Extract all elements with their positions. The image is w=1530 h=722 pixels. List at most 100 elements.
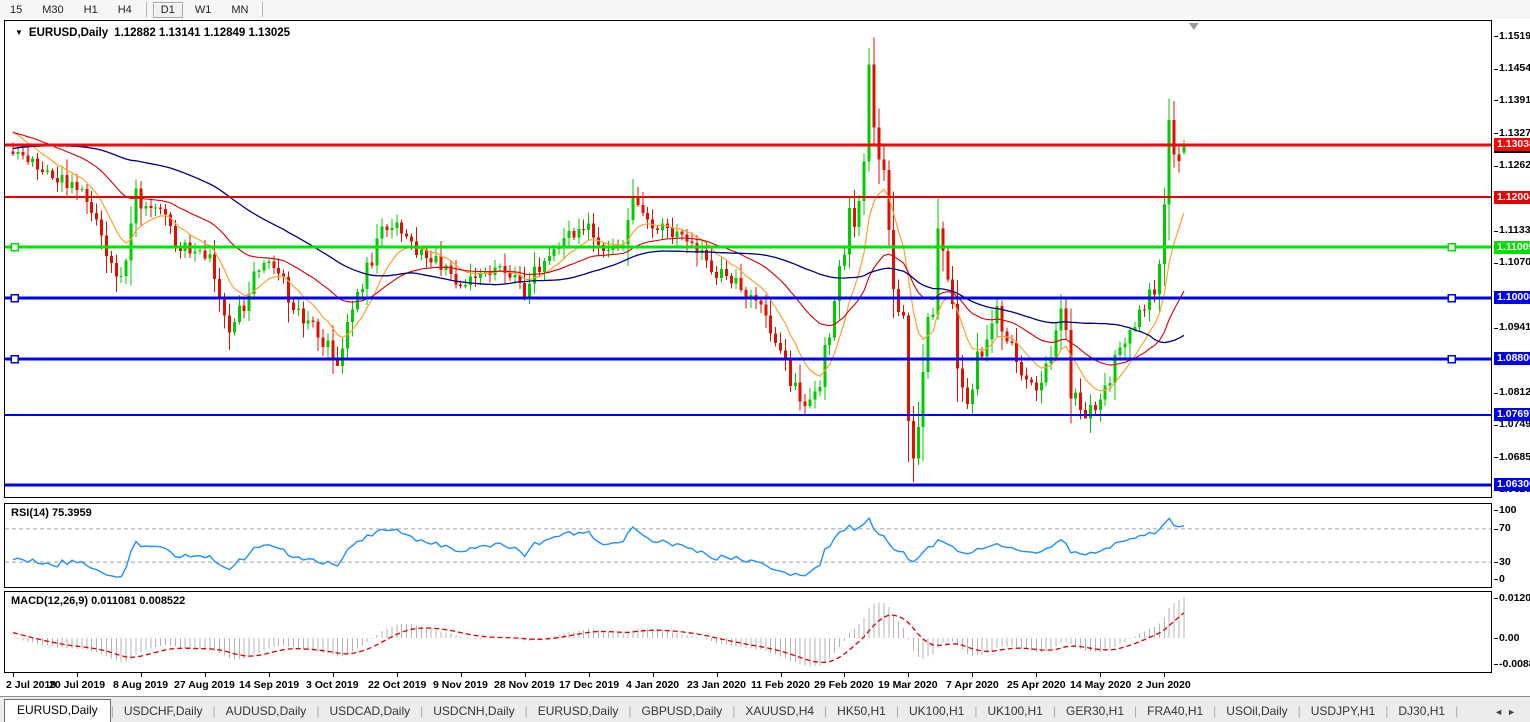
- candle-body: [1119, 347, 1122, 355]
- chart-tab-usoil-daily[interactable]: USOil,Daily: [1216, 701, 1297, 722]
- chart-tab-fra40-h1[interactable]: FRA40,H1: [1137, 701, 1213, 722]
- timeframe-button-d1[interactable]: D1: [153, 2, 183, 18]
- candle-body: [853, 208, 856, 227]
- chart-tab-uk100-h1[interactable]: UK100,H1: [977, 701, 1052, 722]
- timeframe-button-mn[interactable]: MN: [223, 2, 256, 18]
- chart-tab-eurusd-daily[interactable]: EURUSD,Daily: [4, 699, 111, 722]
- date-tick-label: 2 Jun 2020: [1137, 679, 1191, 691]
- date-axis[interactable]: 2 Jul 201920 Jul 20198 Aug 201927 Aug 20…: [4, 673, 1492, 695]
- chart-shift-marker-icon[interactable]: [1189, 23, 1199, 30]
- chart-tab-usdjpy-h1[interactable]: USDJPY,H1: [1301, 701, 1385, 722]
- candle-body: [243, 305, 246, 311]
- candle-body: [213, 254, 216, 279]
- price-tick-label: 1.08125: [1499, 386, 1530, 398]
- candle-body: [420, 249, 423, 255]
- candle-body: [144, 206, 147, 209]
- macd-tick-label: -0.008881: [1499, 658, 1530, 670]
- candle-body: [690, 241, 693, 243]
- date-tick-label: 23 Jan 2020: [687, 679, 746, 691]
- price-tick-label: 1.13915: [1499, 94, 1530, 106]
- tab-scroll-right-icon[interactable]: ►: [1507, 707, 1520, 717]
- date-tick-label: 4 Jan 2020: [626, 679, 679, 691]
- candle-body: [523, 283, 526, 298]
- candle-body: [56, 178, 59, 183]
- candle-body: [12, 152, 15, 154]
- candle-body: [194, 251, 197, 253]
- chart-tab-ger30-h1[interactable]: GER30,H1: [1056, 701, 1134, 722]
- line-drag-handle[interactable]: [1448, 356, 1455, 363]
- candle-body: [725, 269, 728, 276]
- candle-body: [110, 256, 113, 263]
- candle-body: [258, 271, 261, 272]
- date-tick-label: 20 Jul 2019: [49, 679, 105, 691]
- rsi-panel[interactable]: RSI(14) 75.3959: [4, 503, 1492, 588]
- candle-body: [1158, 264, 1161, 295]
- candle-body: [932, 315, 935, 318]
- line-drag-handle[interactable]: [11, 295, 18, 302]
- timeframe-button-15[interactable]: 15: [2, 2, 30, 18]
- candle-body: [307, 321, 310, 324]
- candle-body: [759, 300, 762, 304]
- main-chart-panel[interactable]: ▼ EURUSD,Daily 1.12882 1.13141 1.12849 1…: [4, 20, 1492, 498]
- candle-body: [528, 283, 531, 298]
- timeframe-button-h4[interactable]: H4: [110, 2, 140, 18]
- candle-body: [154, 207, 157, 208]
- candlestick-chart[interactable]: [5, 21, 1491, 497]
- chart-tab-hk50-h1[interactable]: HK50,H1: [827, 701, 896, 722]
- chart-tab-dj30-h1[interactable]: DJ30,H1: [1388, 701, 1455, 722]
- candle-body: [799, 382, 802, 401]
- candle-body: [720, 269, 723, 278]
- candle-body: [262, 263, 265, 271]
- chart-tab-usdcad-daily[interactable]: USDCAD,Daily: [319, 701, 420, 722]
- candle-body: [1025, 375, 1028, 379]
- date-tick: [1036, 673, 1037, 677]
- price-tick: [1494, 36, 1498, 37]
- candle-body: [302, 309, 305, 324]
- candle-body: [631, 196, 634, 219]
- price-axis[interactable]: 1.151901.145451.139151.132701.126251.119…: [1494, 20, 1530, 675]
- rsi-chart[interactable]: [5, 504, 1491, 587]
- candle-body: [548, 256, 551, 261]
- macd-panel[interactable]: MACD(12,26,9) 0.011081 0.008522: [4, 591, 1492, 673]
- chart-tab-audusd-daily[interactable]: AUDUSD,Daily: [216, 701, 317, 722]
- candle-body: [51, 171, 54, 178]
- candle-body: [469, 276, 472, 285]
- candle-body: [912, 421, 915, 459]
- symbol-dropdown-icon[interactable]: ▼: [15, 28, 23, 37]
- timeframe-button-h1[interactable]: H1: [76, 2, 106, 18]
- rsi-tick-label: 0: [1499, 573, 1505, 585]
- line-drag-handle[interactable]: [1448, 244, 1455, 251]
- toolbar-divider: [146, 2, 147, 17]
- chart-tab-uk100-h1[interactable]: UK100,H1: [899, 701, 974, 722]
- price-line-label: 1.11009: [1494, 241, 1530, 254]
- candle-body: [317, 322, 320, 338]
- line-drag-handle[interactable]: [11, 356, 18, 363]
- candle-body: [366, 262, 369, 289]
- price-line-label: 1.06306: [1494, 478, 1530, 491]
- tab-scroll-arrows: ◄►: [1494, 707, 1530, 722]
- chart-tab-eurusd-daily[interactable]: EURUSD,Daily: [528, 701, 629, 722]
- candle-body: [228, 315, 231, 332]
- candle-body: [75, 182, 78, 190]
- price-tick: [1494, 328, 1498, 329]
- line-drag-handle[interactable]: [1448, 295, 1455, 302]
- macd-chart[interactable]: [5, 592, 1491, 672]
- rsi-tick: [1494, 529, 1498, 530]
- date-tick: [525, 673, 526, 677]
- tab-scroll-left-icon[interactable]: ◄: [1494, 707, 1507, 717]
- timeframe-toolbar: 15M30 H1H4 D1W1MN: [0, 0, 1530, 19]
- candle-body: [823, 345, 826, 387]
- candle-body: [90, 202, 93, 213]
- candle-body: [892, 230, 895, 289]
- chart-tab-gbpusd-daily[interactable]: GBPUSD,Daily: [632, 701, 733, 722]
- line-drag-handle[interactable]: [11, 244, 18, 251]
- chart-tab-usdcnh-daily[interactable]: USDCNH,Daily: [423, 701, 524, 722]
- timeframe-button-m30[interactable]: M30: [34, 2, 71, 18]
- candle-body: [1099, 400, 1102, 410]
- timeframe-button-w1[interactable]: W1: [187, 2, 220, 18]
- date-tick: [13, 673, 14, 677]
- chart-tab-xauusd-h4[interactable]: XAUUSD,H4: [735, 701, 824, 722]
- candle-body: [223, 298, 226, 315]
- candle-body: [449, 266, 452, 274]
- chart-tab-usdchf-daily[interactable]: USDCHF,Daily: [114, 701, 213, 722]
